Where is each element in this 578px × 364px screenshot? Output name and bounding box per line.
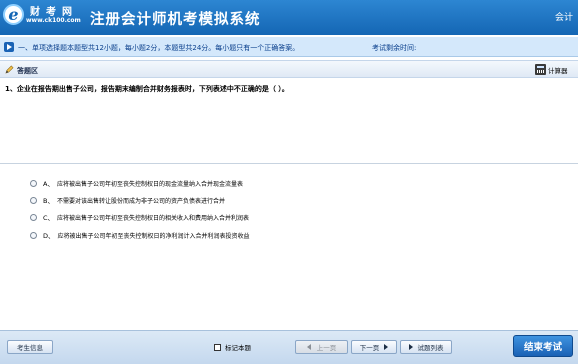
radio-button[interactable] — [30, 196, 37, 204]
brand-name: 财考网 — [30, 7, 78, 18]
checkbox[interactable] — [214, 343, 221, 351]
option-letter: C、 — [43, 214, 55, 222]
mark-question-checkbox[interactable]: 标记本题 — [214, 342, 251, 352]
mark-question-label: 标记本题 — [225, 344, 251, 352]
option-letter: A、 — [43, 180, 54, 188]
option-text: 应将被出售子公司年初至丧失控制权日的净利润计入合并利润表投资收益 — [57, 232, 250, 240]
option-text: 应将被出售子公司年初至丧失控制权日的现金流量纳入合并现金流量表 — [56, 180, 243, 188]
next-page-button[interactable]: 下一页 — [351, 340, 397, 354]
calculator-button[interactable]: 计算器 — [535, 63, 574, 76]
question-list-button[interactable]: 试题列表 — [400, 340, 452, 354]
logo-icon: e — [3, 4, 24, 25]
radio-button[interactable] — [30, 179, 37, 187]
end-exam-button[interactable]: 结束考试 — [513, 335, 573, 357]
option-c[interactable]: C、 应将被出售子公司年初至丧失控制权日的相关收入和费用纳入合并利润表 — [30, 212, 249, 222]
prev-page-label: 上一页 — [316, 344, 337, 352]
option-d[interactable]: D、 应将被出售子公司年初至丧失控制权日的净利润计入合并利润表投资收益 — [30, 230, 250, 240]
calculator-label: 计算器 — [548, 66, 568, 75]
option-a[interactable]: A、 应将被出售子公司年初至丧失控制权日的现金流量纳入合并现金流量表 — [30, 178, 243, 188]
arrow-right-icon — [4, 42, 14, 52]
logo-letter: e — [8, 5, 19, 24]
next-page-label: 下一页 — [359, 344, 380, 352]
option-text: 不需要对该出售转让股份而成为非子公司的资产负债表进行合并 — [56, 197, 225, 205]
candidate-info-button[interactable]: 考生信息 — [7, 340, 53, 354]
prev-arrow-icon — [306, 344, 311, 350]
question-type-instruction: 一、单项选择题本题型共12小题，每小题2分，本题型共24分。每小题只有一个正确答… — [18, 44, 300, 52]
radio-button[interactable] — [30, 231, 37, 239]
option-text: 应将被出售子公司年初至丧失控制权日的相关收入和费用纳入合并利润表 — [57, 214, 250, 222]
footer-bar — [0, 330, 578, 364]
calculator-icon — [535, 64, 546, 75]
prev-page-button[interactable]: 上一页 — [295, 340, 348, 354]
list-arrow-icon — [408, 344, 413, 350]
option-letter: B、 — [43, 197, 54, 205]
app-header: e 财考网 www.ck100.com 注册会计师机考模拟系统 会计 — [0, 0, 578, 35]
answer-area-label: 答题区 — [17, 67, 38, 75]
pencil-icon — [5, 65, 14, 74]
answer-area-bar: 答题区 计算器 — [0, 60, 578, 78]
divider — [0, 163, 578, 164]
question-list-label: 试题列表 — [417, 344, 444, 352]
remaining-time-label: 考试剩余时间: — [372, 44, 417, 52]
subject-name: 会计 — [554, 13, 573, 23]
option-b[interactable]: B、 不需要对该出售转让股份而成为非子公司的资产负债表进行合并 — [30, 195, 225, 205]
radio-button[interactable] — [30, 213, 37, 221]
next-arrow-icon — [384, 344, 389, 350]
question-type-bar: 一、单项选择题本题型共12小题，每小题2分，本题型共24分。每小题只有一个正确答… — [0, 37, 578, 57]
question-text: 1、企业在报告期出售子公司，报告期末编制合并财务报表时，下列表述中不正确的是（ … — [5, 85, 289, 93]
brand-url: www.ck100.com — [26, 17, 81, 24]
system-title: 注册会计师机考模拟系统 — [90, 12, 261, 28]
option-letter: D、 — [43, 232, 55, 240]
